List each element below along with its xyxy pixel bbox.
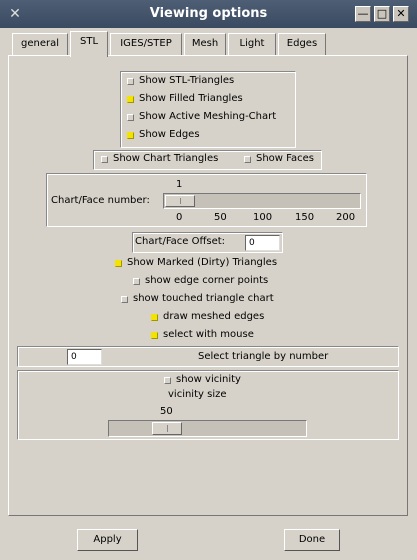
apply-button[interactable]: Apply — [77, 529, 138, 551]
show-edges-label: Show Edges — [139, 129, 200, 140]
show-touched-triangle-chart-label: show touched triangle chart — [133, 293, 274, 304]
tab-edges[interactable]: Edges — [278, 33, 326, 55]
tick-label: 50 — [214, 212, 227, 223]
show-edges-checkbox[interactable] — [127, 132, 134, 139]
minimize-icon[interactable]: — — [355, 6, 371, 22]
tick-label: 200 — [336, 212, 356, 223]
tab-light[interactable]: Light — [228, 33, 276, 55]
select-triangle-label: Select triangle by number — [198, 351, 329, 362]
show-touched-triangle-chart-checkbox[interactable] — [121, 296, 128, 303]
select-with-mouse-label: select with mouse — [163, 329, 254, 340]
chart-face-offset-input[interactable]: 0 — [245, 235, 280, 251]
select-triangle-input[interactable]: 0 — [67, 349, 102, 365]
show-chart-triangles-label: Show Chart Triangles — [113, 153, 219, 164]
show-edge-corner-points-checkbox[interactable] — [133, 278, 140, 285]
tab-iges-step[interactable]: IGES/STEP — [110, 33, 182, 55]
done-button[interactable]: Done — [284, 529, 340, 551]
draw-meshed-edges-label: draw meshed edges — [163, 311, 265, 322]
show-marked-triangles-checkbox[interactable] — [115, 260, 122, 267]
show-filled-triangles-label: Show Filled Triangles — [139, 93, 243, 104]
chart-face-number-value: 1 — [176, 179, 183, 190]
show-filled-triangles-checkbox[interactable] — [127, 96, 134, 103]
tab-general[interactable]: general — [12, 33, 68, 55]
vicinity-size-label: vicinity size — [168, 389, 227, 400]
tab-stl[interactable]: STL — [70, 31, 108, 57]
chart-face-offset-label: Chart/Face Offset: — [135, 236, 226, 247]
show-faces-label: Show Faces — [256, 153, 314, 164]
show-chart-triangles-checkbox[interactable] — [101, 156, 108, 163]
tick-label: 100 — [253, 212, 273, 223]
vicinity-size-slider[interactable] — [108, 420, 307, 437]
draw-meshed-edges-checkbox[interactable] — [151, 314, 158, 321]
close-icon[interactable]: ✕ — [393, 6, 409, 22]
show-edge-corner-points-label: show edge corner points — [145, 275, 269, 286]
tick-label: 0 — [176, 212, 183, 223]
vicinity-size-value: 50 — [160, 406, 173, 417]
show-vicinity-label: show vicinity — [176, 374, 241, 385]
tick-label: 150 — [295, 212, 315, 223]
maximize-icon[interactable]: □ — [374, 6, 390, 22]
show-faces-checkbox[interactable] — [244, 156, 251, 163]
chart-face-number-label: Chart/Face number: — [51, 195, 150, 206]
show-active-meshing-chart-checkbox[interactable] — [127, 114, 134, 121]
show-marked-triangles-label: Show Marked (Dirty) Triangles — [127, 257, 278, 268]
show-vicinity-checkbox[interactable] — [164, 377, 171, 384]
show-stl-triangles-checkbox[interactable] — [127, 78, 134, 85]
vicinity-size-slider-handle[interactable] — [152, 422, 182, 435]
show-stl-triangles-label: Show STL-Triangles — [139, 75, 235, 86]
show-active-meshing-chart-label: Show Active Meshing-Chart — [139, 111, 277, 122]
tab-mesh[interactable]: Mesh — [184, 33, 226, 55]
select-with-mouse-checkbox[interactable] — [151, 332, 158, 339]
chart-face-number-slider-handle[interactable] — [165, 195, 195, 207]
